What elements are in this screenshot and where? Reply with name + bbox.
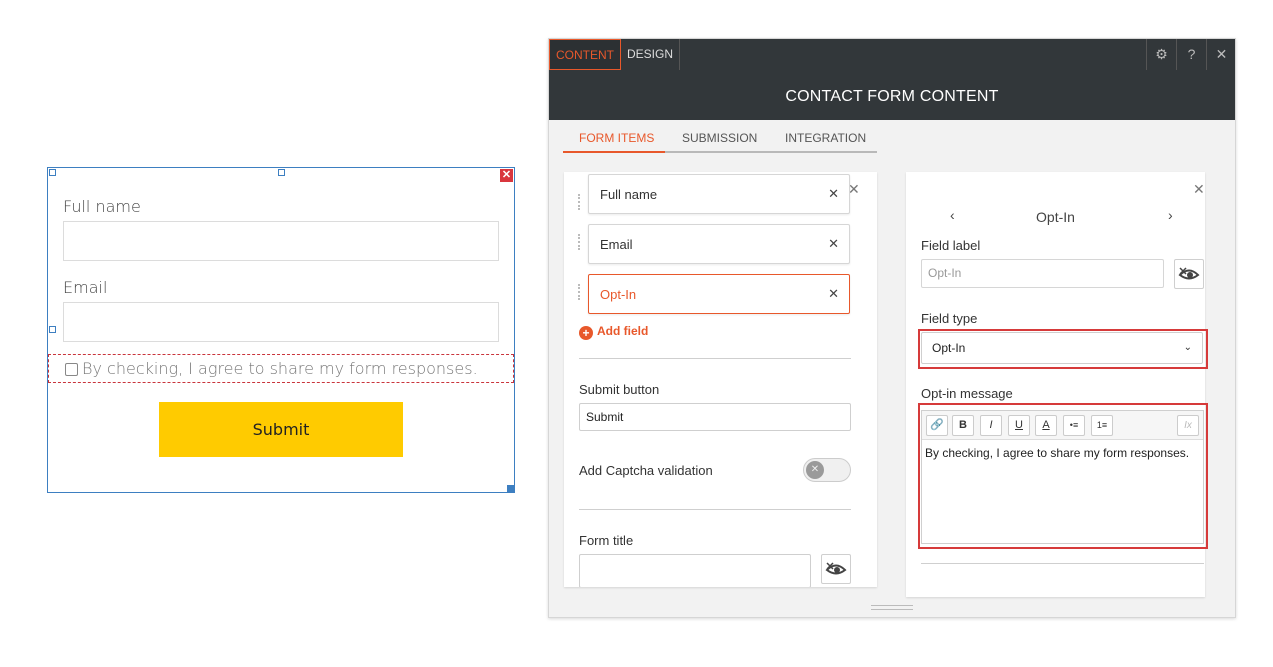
chevron-down-icon: ⌄: [1183, 342, 1192, 353]
field-item-opt-in[interactable]: Opt-In ✕: [588, 274, 850, 314]
remove-field-icon[interactable]: ✕: [828, 186, 839, 202]
field-type-value: Opt-In: [932, 341, 966, 355]
optin-row[interactable]: By checking, I agree to share my form re…: [48, 354, 514, 383]
field-item-full-name[interactable]: Full name ✕: [588, 174, 850, 214]
full-name-label: Full name: [63, 197, 141, 216]
text-color-icon[interactable]: A: [1035, 415, 1057, 436]
panel-topbar: CONTENT DESIGN ⚙ ? ✕: [549, 39, 1235, 70]
visibility-toggle-button[interactable]: [821, 554, 851, 584]
submit-button-label: Submit button: [579, 382, 660, 397]
email-label: Email: [63, 278, 108, 297]
full-name-input[interactable]: [63, 221, 499, 261]
editor-toolbar: 🔗 B I U A •≡ 1≡ Ix: [922, 411, 1203, 440]
remove-field-icon[interactable]: ✕: [828, 286, 839, 302]
numbered-list-icon[interactable]: 1≡: [1091, 415, 1113, 436]
help-icon[interactable]: ?: [1176, 39, 1206, 70]
form-title-input[interactable]: [579, 554, 811, 587]
delete-element-icon[interactable]: ✕: [500, 169, 513, 182]
resize-handle-top-left[interactable]: [49, 169, 56, 176]
field-type-label: Field type: [921, 311, 978, 326]
clear-format-icon[interactable]: Ix: [1177, 415, 1199, 436]
close-panel-icon[interactable]: ✕: [1206, 39, 1236, 70]
active-subtab-indicator: [563, 151, 665, 153]
field-settings-title: Opt-In: [1036, 209, 1075, 225]
field-item-label: Email: [600, 237, 633, 252]
subtab-form-items[interactable]: FORM ITEMS: [579, 131, 654, 145]
optin-text: By checking, I agree to share my form re…: [82, 359, 478, 378]
field-item-label: Full name: [600, 187, 658, 202]
divider: [579, 358, 851, 359]
underline-icon[interactable]: U: [1008, 415, 1030, 436]
form-title-label: Form title: [579, 533, 634, 548]
form-preview[interactable]: ✕ Full name Email By checking, I agree t…: [47, 167, 515, 493]
toggle-off-icon: ✕: [806, 461, 824, 479]
optin-checkbox[interactable]: [65, 363, 78, 376]
field-label-label: Field label: [921, 238, 981, 253]
eye-hidden-icon: [825, 562, 847, 575]
bold-icon[interactable]: B: [952, 415, 974, 436]
panel-resize-grip[interactable]: [871, 605, 913, 610]
form-items-card: ✕ Full name ✕ Email ✕ Opt-In ✕ + Add fiel…: [564, 172, 877, 587]
link-icon[interactable]: 🔗: [926, 415, 948, 436]
resize-handle-top[interactable]: [278, 169, 285, 176]
optin-message-editor[interactable]: 🔗 B I U A •≡ 1≡ Ix By checking, I agree …: [921, 410, 1204, 544]
visibility-toggle-button[interactable]: [1174, 259, 1204, 289]
optin-message-text[interactable]: By checking, I agree to share my form re…: [925, 446, 1189, 460]
resize-handle-left[interactable]: [49, 326, 56, 333]
field-label-input[interactable]: Opt-In: [921, 259, 1164, 288]
settings-gear-icon[interactable]: ⚙: [1146, 39, 1176, 70]
field-settings-card: ✕ ‹ Opt-In › Field label Opt-In Field ty…: [906, 172, 1208, 597]
add-field-label: Add field: [597, 324, 649, 338]
optin-message-label: Opt-in message: [921, 386, 1013, 401]
subtab-integration[interactable]: INTEGRATION: [785, 131, 866, 145]
bullet-list-icon[interactable]: •≡: [1063, 415, 1085, 436]
remove-field-icon[interactable]: ✕: [828, 236, 839, 252]
divider: [921, 563, 1204, 564]
resize-handle-bottom-right[interactable]: [507, 485, 514, 492]
tab-design[interactable]: DESIGN: [621, 39, 680, 70]
subtabs: FORM ITEMS SUBMISSION INTEGRATION: [563, 131, 877, 153]
field-type-select[interactable]: Opt-In ⌄: [921, 332, 1203, 364]
submit-button-text-input[interactable]: Submit: [579, 403, 851, 431]
subtab-submission[interactable]: SUBMISSION: [682, 131, 757, 145]
italic-icon[interactable]: I: [980, 415, 1002, 436]
captcha-label: Add Captcha validation: [579, 463, 713, 478]
captcha-toggle[interactable]: ✕: [803, 458, 851, 482]
field-item-label: Opt-In: [600, 287, 637, 302]
next-field-icon[interactable]: ›: [1168, 207, 1173, 223]
add-field-button[interactable]: + Add field: [579, 324, 648, 340]
field-item-email[interactable]: Email ✕: [588, 224, 850, 264]
divider: [579, 509, 851, 510]
tab-content[interactable]: CONTENT: [549, 39, 621, 70]
email-input[interactable]: [63, 302, 499, 342]
close-icon[interactable]: ✕: [1193, 181, 1205, 198]
drag-handle-icon[interactable]: [578, 194, 582, 210]
panel-title: CONTACT FORM CONTENT: [549, 70, 1235, 120]
add-circle-icon: +: [579, 326, 593, 340]
drag-handle-icon[interactable]: [578, 234, 582, 250]
submit-button[interactable]: Submit: [159, 402, 403, 457]
drag-handle-icon[interactable]: [578, 284, 582, 300]
eye-hidden-icon: [1178, 267, 1200, 280]
editor-panel: CONTENT DESIGN ⚙ ? ✕ CONTACT FORM CONTEN…: [548, 38, 1236, 618]
